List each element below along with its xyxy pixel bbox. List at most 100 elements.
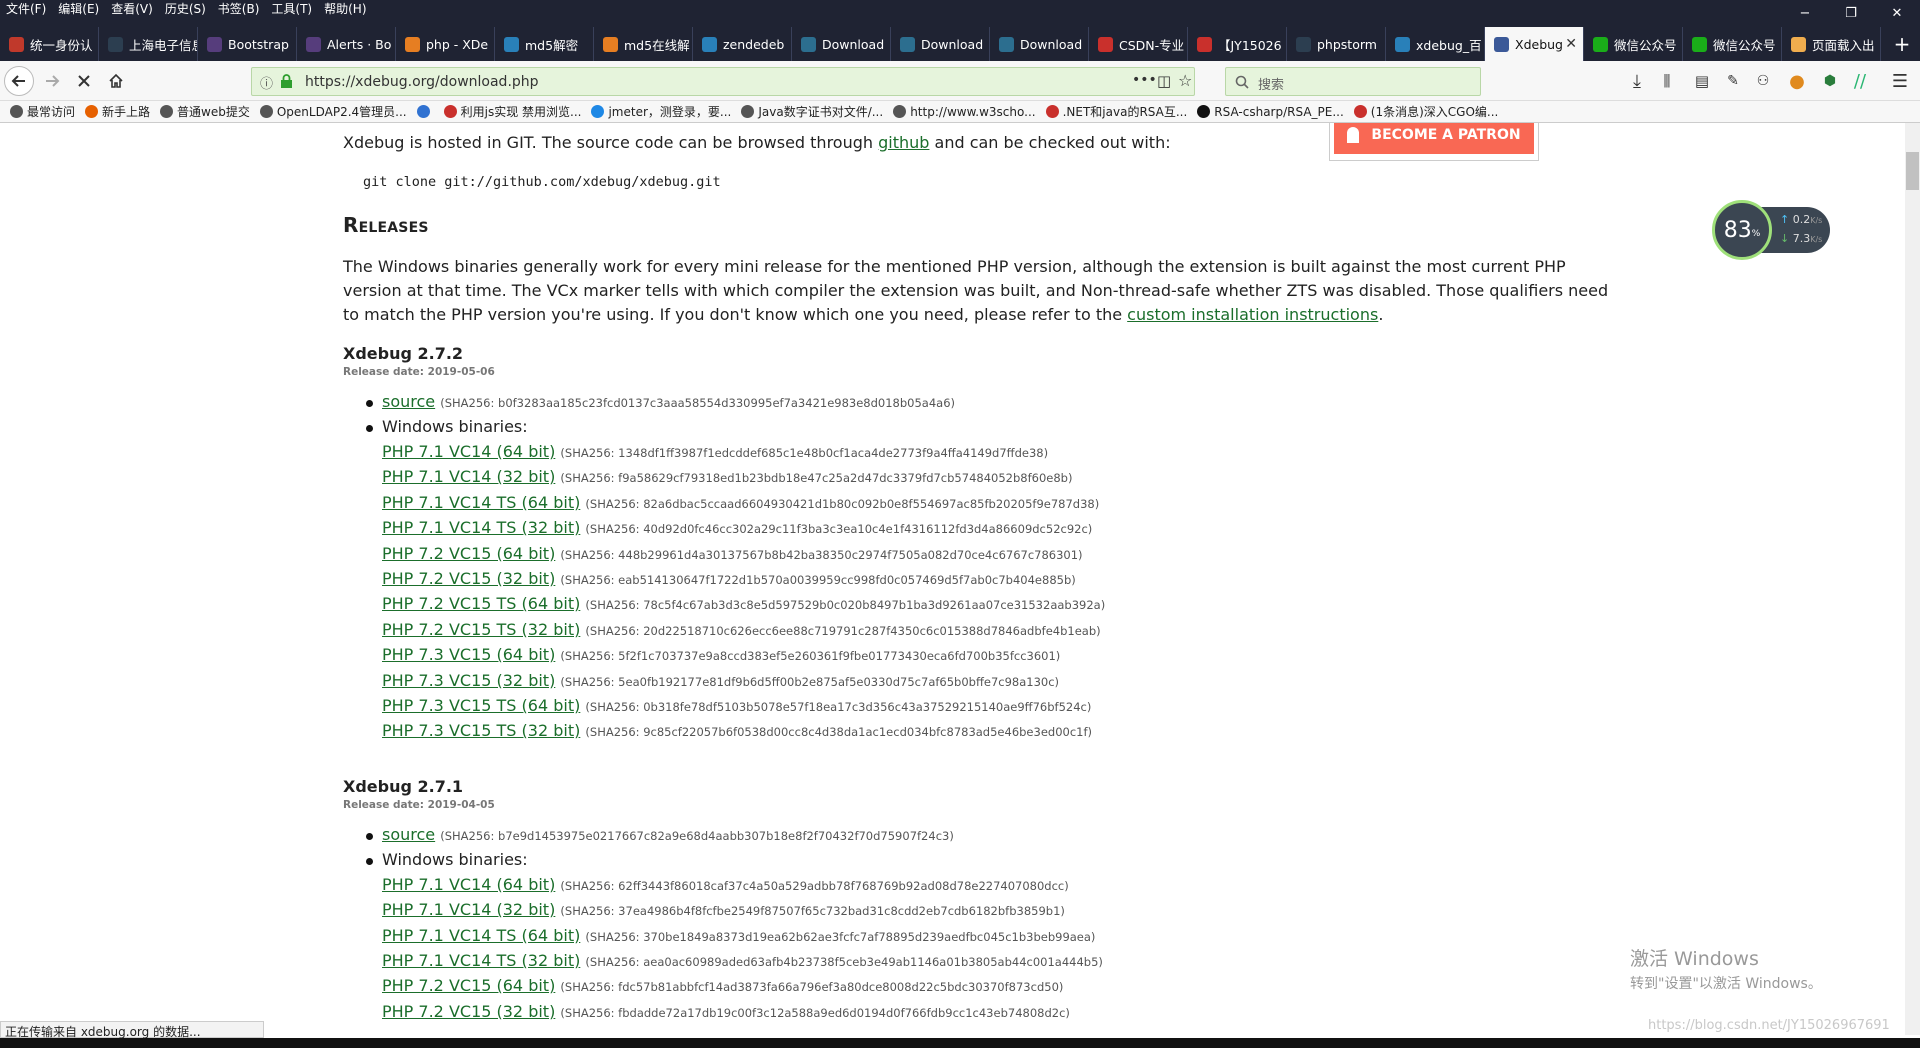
search-placeholder[interactable]: 搜索 xyxy=(1258,74,1284,93)
new-tab-button[interactable]: + xyxy=(1884,27,1920,61)
page-viewport: Xdebug is hosted in GIT. The source code… xyxy=(0,123,1905,1035)
library-icon[interactable]: ⫼ xyxy=(1653,67,1681,95)
custom-installation-link[interactable]: custom installation instructions xyxy=(1127,305,1378,324)
tab[interactable]: 页面载入出 xyxy=(1782,27,1881,61)
hamburger-menu-icon[interactable]: ☰ xyxy=(1886,67,1914,95)
page-actions-icon[interactable]: ••• xyxy=(1132,72,1157,88)
url-text[interactable]: https://xdebug.org/download.php xyxy=(305,74,539,90)
tab[interactable]: Download xyxy=(891,27,990,61)
menu-item[interactable]: 帮助(H) xyxy=(318,0,372,17)
network-speed-widget[interactable]: 83% ↑ 0.2K/s ↓ 7.3K/s xyxy=(1712,200,1830,260)
tab[interactable]: phpstorm xyxy=(1287,27,1386,61)
tab[interactable]: xdebug_百 xyxy=(1386,27,1485,61)
binary-download-link[interactable]: PHP 7.2 VC15 (32 bit) xyxy=(382,569,555,588)
tab[interactable]: CSDN-专业 xyxy=(1089,27,1188,61)
source-link[interactable]: source xyxy=(382,392,435,411)
github-link[interactable]: github xyxy=(878,133,929,152)
binary-download-link[interactable]: PHP 7.1 VC14 TS (32 bit) xyxy=(382,951,580,970)
binary-row: PHP 7.1 VC14 TS (32 bit) (SHA256: 40d92d… xyxy=(382,518,1092,537)
menu-item[interactable]: 查看(V) xyxy=(105,0,159,17)
bookmark-item[interactable]: 利用js实现 禁用浏览... xyxy=(443,103,581,120)
tab[interactable]: md5解密 xyxy=(495,27,594,61)
binary-download-link[interactable]: PHP 7.1 VC14 (32 bit) xyxy=(382,900,555,919)
tab[interactable]: 上海电子信息职 xyxy=(99,27,198,61)
bookmark-item[interactable]: RSA-csharp/RSA_PE... xyxy=(1197,105,1344,119)
binary-row: PHP 7.2 VC15 (32 bit) (SHA256: fbdadde72… xyxy=(382,1002,1070,1021)
extension-face-icon[interactable]: ● xyxy=(1783,67,1811,95)
binary-download-link[interactable]: PHP 7.3 VC15 TS (64 bit) xyxy=(382,696,580,715)
binary-download-link[interactable]: PHP 7.3 VC15 TS (32 bit) xyxy=(382,721,580,740)
binary-download-link[interactable]: PHP 7.2 VC15 TS (64 bit) xyxy=(382,594,580,613)
tab[interactable]: Alerts · Bo xyxy=(297,27,396,61)
gauge-percent: 83 xyxy=(1723,217,1752,243)
tab-title: 【JY15026 xyxy=(1218,37,1282,53)
bookmark-item[interactable]: 最常访问 xyxy=(10,103,75,120)
tab-active[interactable]: Xdebug ✕ xyxy=(1485,27,1584,61)
tab[interactable]: zendedeb xyxy=(693,27,792,61)
home-button[interactable] xyxy=(102,67,130,95)
shield-icon[interactable]: ⬢ xyxy=(1816,67,1844,95)
bookmark-star-icon[interactable]: ☆ xyxy=(1178,71,1192,90)
menu-item[interactable]: 书签(B) xyxy=(212,0,266,17)
close-window-button[interactable]: ✕ xyxy=(1874,0,1920,27)
info-icon[interactable]: ⓘ xyxy=(260,73,273,92)
menu-item[interactable]: 历史(S) xyxy=(159,0,212,17)
scrollbar-thumb[interactable] xyxy=(1906,152,1919,190)
binary-download-link[interactable]: PHP 7.2 VC15 TS (32 bit) xyxy=(382,620,580,639)
extension-slash-icon[interactable]: // xyxy=(1846,67,1874,95)
binary-download-link[interactable]: PHP 7.1 VC14 (32 bit) xyxy=(382,467,555,486)
binary-row: PHP 7.1 VC14 (32 bit) (SHA256: 37ea4986b… xyxy=(382,900,1065,919)
eyedropper-icon[interactable]: ✎ xyxy=(1719,67,1747,95)
bookmark-item[interactable]: .NET和java的RSA互... xyxy=(1045,103,1187,120)
bookmark-item[interactable]: OpenLDAP2.4管理员... xyxy=(259,103,407,120)
tab[interactable]: 统一身份认 xyxy=(0,27,99,61)
downloads-icon[interactable]: ⤓ xyxy=(1623,67,1651,95)
tab-title: Download xyxy=(1020,36,1083,52)
close-tab-icon[interactable]: ✕ xyxy=(1565,36,1577,52)
binary-download-link[interactable]: PHP 7.2 VC15 (64 bit) xyxy=(382,976,555,995)
source-link[interactable]: source xyxy=(382,825,435,844)
page-scrollbar[interactable] xyxy=(1905,123,1920,1035)
tab[interactable]: php - XDe xyxy=(396,27,495,61)
pocket-icon[interactable]: ◫ xyxy=(1157,72,1171,90)
become-patron-button[interactable]: BECOME A PATRON xyxy=(1334,123,1534,154)
bookmark-item[interactable]: Java数字证书对文件/... xyxy=(741,103,883,120)
binary-download-link[interactable]: PHP 7.2 VC15 (32 bit) xyxy=(382,1002,555,1021)
binary-download-link[interactable]: PHP 7.1 VC14 (64 bit) xyxy=(382,875,555,894)
binary-download-link[interactable]: PHP 7.3 VC15 (64 bit) xyxy=(382,645,555,664)
tab[interactable]: 【JY15026 xyxy=(1188,27,1287,61)
tab[interactable]: 微信公众号 xyxy=(1584,27,1683,61)
tab[interactable]: Download xyxy=(990,27,1089,61)
url-bar[interactable]: ⓘ https://xdebug.org/download.php ••• ◫ … xyxy=(251,67,1195,96)
extension-icon[interactable]: ⚇ xyxy=(1749,67,1777,95)
menu-item[interactable]: 工具(T) xyxy=(265,0,318,17)
menu-item[interactable]: 编辑(E) xyxy=(52,0,105,17)
restore-button[interactable]: ❐ xyxy=(1828,0,1874,27)
bookmark-item[interactable]: (1条消息)深入CGO编... xyxy=(1353,103,1498,120)
bullet xyxy=(366,400,373,407)
binary-download-link[interactable]: PHP 7.1 VC14 (64 bit) xyxy=(382,442,555,461)
search-bar[interactable]: 搜索 xyxy=(1225,67,1481,96)
tab[interactable]: md5在线解 xyxy=(594,27,693,61)
bookmark-item[interactable]: jmeter，测登录，要... xyxy=(591,103,731,120)
bookmark-item[interactable]: 新手上路 xyxy=(85,103,150,120)
bookmark-item[interactable] xyxy=(416,105,434,118)
tab[interactable]: Download xyxy=(792,27,891,61)
binary-download-link[interactable]: PHP 7.1 VC14 TS (32 bit) xyxy=(382,518,580,537)
binary-download-link[interactable]: PHP 7.2 VC15 (64 bit) xyxy=(382,544,555,563)
binary-download-link[interactable]: PHP 7.1 VC14 TS (64 bit) xyxy=(382,493,580,512)
binary-download-link[interactable]: PHP 7.3 VC15 (32 bit) xyxy=(382,671,555,690)
binary-row: PHP 7.2 VC15 TS (32 bit) (SHA256: 20d225… xyxy=(382,620,1101,639)
bookmark-item[interactable]: http://www.w3scho... xyxy=(893,105,1036,119)
stop-button[interactable] xyxy=(70,67,98,95)
tab[interactable]: Bootstrap xyxy=(198,27,297,61)
back-button[interactable] xyxy=(4,66,34,96)
tab[interactable]: 微信公众号 xyxy=(1683,27,1782,61)
tab-title: Download xyxy=(921,36,984,52)
menu-item[interactable]: 文件(F) xyxy=(0,0,52,17)
sidebar-icon[interactable]: ▤ xyxy=(1688,67,1716,95)
binary-download-link[interactable]: PHP 7.1 VC14 TS (64 bit) xyxy=(382,926,580,945)
bookmark-item[interactable]: 普通web提交 xyxy=(160,103,250,120)
forward-button[interactable] xyxy=(38,67,66,95)
minimize-button[interactable]: − xyxy=(1782,0,1828,27)
